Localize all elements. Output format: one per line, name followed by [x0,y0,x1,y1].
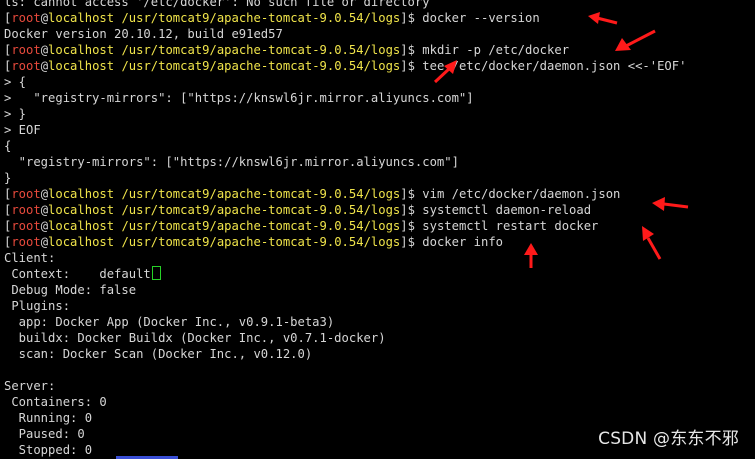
output-line: Context: default [4,266,686,282]
output-line: > { [4,74,686,90]
output-text: Context: default [4,267,151,281]
command-text: docker --version [422,11,540,25]
output-line: Stopped: 0 [4,442,686,458]
output-text: Server: [4,379,56,393]
prompt-end: ]$ [400,203,423,217]
prompt-user: root [11,43,41,57]
prompt-path: /usr/tomcat9/apache-tomcat-9.0.54/logs [121,219,401,233]
command-line: [root@localhost /usr/tomcat9/apache-tomc… [4,218,686,234]
prompt-at: @ [40,11,49,25]
watermark: CSDN @东东不邪 [598,429,739,449]
prompt-at: @ [40,203,49,217]
prompt-at: @ [40,187,49,201]
output-line: Containers: 0 [4,394,686,410]
prompt-end: ]$ [400,219,423,233]
output-line: > } [4,106,686,122]
output-line: } [4,170,686,186]
output-line: Server: [4,378,686,394]
command-line: [root@localhost /usr/tomcat9/apache-tomc… [4,42,686,58]
prompt-end: ]$ [400,235,423,249]
output-text: > { [4,75,27,89]
command-text: systemctl daemon-reload [422,203,592,217]
command-text: systemctl restart docker [422,219,599,233]
output-line: "registry-mirrors": ["https://knswl6jr.m… [4,154,686,170]
command-line: [root@localhost /usr/tomcat9/apache-tomc… [4,202,686,218]
prompt-host: localhost [48,43,115,57]
prompt-path: /usr/tomcat9/apache-tomcat-9.0.54/logs [121,203,401,217]
output-line: > EOF [4,122,686,138]
output-line: buildx: Docker Buildx (Docker Inc., v0.7… [4,330,686,346]
prompt-user: root [11,59,41,73]
output-line: Client: [4,250,686,266]
output-text: Paused: 0 [4,427,85,441]
command-text: docker info [422,235,503,249]
output-line: app: Docker App (Docker Inc., v0.9.1-bet… [4,314,686,330]
prompt-host: localhost [48,59,115,73]
output-line: Paused: 0 [4,426,686,442]
text-cursor[interactable] [151,266,161,280]
command-line: [root@localhost /usr/tomcat9/apache-tomc… [4,186,686,202]
prompt-user: root [11,235,41,249]
output-text: app: Docker App (Docker Inc., v0.9.1-bet… [4,315,335,329]
output-line: Plugins: [4,298,686,314]
output-text: ls: cannot access '/etc/docker': No such… [4,0,430,9]
output-line: > "registry-mirrors": ["https://knswl6jr… [4,90,686,106]
prompt-user: root [11,187,41,201]
prompt-at: @ [40,235,49,249]
output-line: { [4,138,686,154]
output-text: Docker version 20.10.12, build e91ed57 [4,27,283,41]
prompt-user: root [11,203,41,217]
output-text: } [4,171,12,185]
output-text: > } [4,107,27,121]
prompt-host: localhost [48,235,115,249]
output-text: { [4,139,12,153]
command-line: [root@localhost /usr/tomcat9/apache-tomc… [4,10,686,26]
output-text: buildx: Docker Buildx (Docker Inc., v0.7… [4,331,386,345]
output-text: Containers: 0 [4,395,107,409]
command-text: mkdir -p /etc/docker [422,43,570,57]
prompt-at: @ [40,219,49,233]
prompt-end: ]$ [400,43,423,57]
prompt-path: /usr/tomcat9/apache-tomcat-9.0.54/logs [121,187,401,201]
output-text: > "registry-mirrors": ["https://knswl6jr… [4,91,474,105]
output-line: scan: Docker Scan (Docker Inc., v0.12.0) [4,346,686,362]
prompt-path: /usr/tomcat9/apache-tomcat-9.0.54/logs [121,11,401,25]
prompt-end: ]$ [400,11,423,25]
output-text: Client: [4,251,56,265]
output-text: scan: Docker Scan (Docker Inc., v0.12.0) [4,347,313,361]
prompt-at: @ [40,59,49,73]
output-text: Debug Mode: false [4,283,137,297]
output-line: Docker version 20.10.12, build e91ed57 [4,26,686,42]
prompt-path: /usr/tomcat9/apache-tomcat-9.0.54/logs [121,43,401,57]
output-text: "registry-mirrors": ["https://knswl6jr.m… [4,155,459,169]
output-text: Plugins: [4,299,71,313]
command-line: [root@localhost /usr/tomcat9/apache-tomc… [4,234,686,250]
terminal-output: ls: cannot access '/etc/docker': No such… [4,0,686,458]
output-line: Running: 0 [4,410,686,426]
prompt-host: localhost [48,203,115,217]
output-line: Debug Mode: false [4,282,686,298]
terminal-window[interactable]: ls: cannot access '/etc/docker': No such… [0,0,755,459]
prompt-path: /usr/tomcat9/apache-tomcat-9.0.54/logs [121,59,401,73]
output-text: > EOF [4,123,41,137]
command-line: [root@localhost /usr/tomcat9/apache-tomc… [4,58,686,74]
prompt-host: localhost [48,187,115,201]
prompt-user: root [11,11,41,25]
output-line: ls: cannot access '/etc/docker': No such… [4,0,686,10]
output-text: Stopped: 0 [4,443,93,457]
prompt-end: ]$ [400,59,423,73]
prompt-host: localhost [48,11,115,25]
prompt-path: /usr/tomcat9/apache-tomcat-9.0.54/logs [121,235,401,249]
command-text: tee /etc/docker/daemon.json <<-'EOF' [422,59,687,73]
prompt-at: @ [40,43,49,57]
prompt-host: localhost [48,219,115,233]
command-text: vim /etc/docker/daemon.json [422,187,621,201]
prompt-end: ]$ [400,187,423,201]
prompt-user: root [11,219,41,233]
output-text: Running: 0 [4,411,93,425]
